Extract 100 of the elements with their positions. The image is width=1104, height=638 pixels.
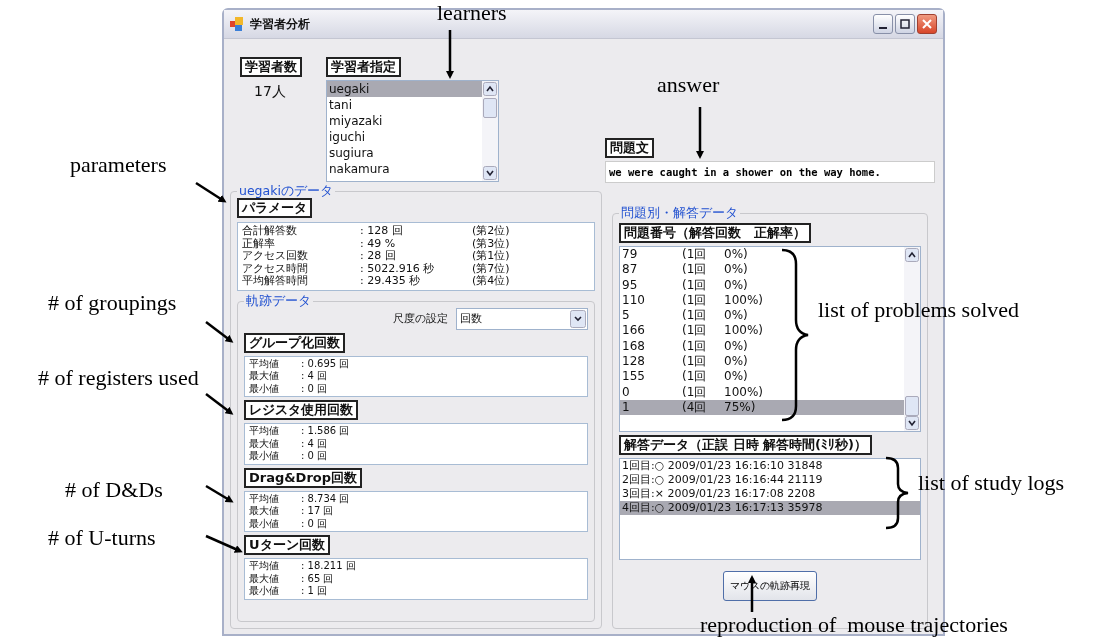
- stat-value: : 4 回: [301, 437, 328, 450]
- problem-text-label: 問題文: [605, 138, 654, 158]
- stat-name: 平均値: [249, 560, 280, 573]
- annotation-label: # of D&Ds: [65, 477, 163, 503]
- scroll-up-icon[interactable]: [483, 82, 497, 96]
- log-item[interactable]: 3回目:× 2009/01/23 16:17:08 2208: [620, 487, 920, 501]
- stat-value: : 1.586 回: [301, 425, 350, 438]
- scroll-down-icon[interactable]: [905, 416, 919, 430]
- answer-log-header: 解答データ（正誤 日時 解答時間(ﾐﾘ秒)）: [619, 435, 872, 455]
- stat-value: : 8.734 回: [301, 492, 350, 505]
- parameter-value: : 128 回: [360, 225, 404, 238]
- scroll-thumb[interactable]: [905, 396, 919, 416]
- learner-item[interactable]: iguchi: [327, 129, 482, 145]
- arrow: [446, 30, 454, 79]
- log-item[interactable]: 1回目:○ 2009/01/23 16:16:10 31848: [620, 459, 920, 473]
- problem-item[interactable]: 128 (1回 0%): [620, 354, 752, 370]
- stat-value: : 17 回: [301, 505, 334, 518]
- problem-text-field[interactable]: we were caught in a shower on the way home.: [605, 161, 935, 183]
- problem-list-header: 問題番号（解答回数 正解率）: [619, 223, 811, 243]
- maximize-button[interactable]: [895, 14, 915, 34]
- problem-item[interactable]: 110 (1回 100%): [620, 292, 767, 309]
- minimize-icon: [879, 27, 887, 29]
- parameter-rank: (第7位): [472, 262, 510, 275]
- parameter-value: : 29.435 秒: [360, 275, 422, 288]
- log-item[interactable]: 2回目:○ 2009/01/23 16:16:44 21119: [620, 473, 920, 487]
- stat-name: 平均値: [249, 492, 280, 505]
- stat-name: 最小値: [249, 382, 280, 395]
- parameter-rank: (第3位): [472, 237, 510, 250]
- annotation-label: list of study logs: [918, 470, 1065, 496]
- parameter-name: アクセス回数: [242, 250, 309, 263]
- problem-item[interactable]: 0 (1回 100%): [620, 384, 767, 400]
- scale-dropdown[interactable]: 回数: [456, 307, 588, 330]
- scroll-up-icon[interactable]: [905, 248, 919, 262]
- problem-item[interactable]: 87 (1回 0%): [620, 262, 752, 278]
- section-header: Uターン回数: [244, 535, 330, 555]
- annotation-label: # of U-turns: [48, 525, 156, 551]
- app-icon: [230, 17, 244, 31]
- stat-value: : 18.211 回: [301, 560, 356, 573]
- parameter-rank: (第4位): [472, 275, 510, 288]
- problem-item[interactable]: 168 (1回 0%): [620, 338, 752, 355]
- annotation-label: parameters: [70, 152, 167, 178]
- annotation-label: list of problems solved: [818, 297, 1020, 323]
- learner-item[interactable]: tani: [327, 97, 482, 113]
- arrow: [205, 321, 234, 343]
- stat-name: 最大値: [249, 370, 280, 383]
- stat-value: : 0 回: [301, 382, 328, 395]
- arrow: [205, 534, 243, 553]
- problem-item[interactable]: 79 (1回 0%): [620, 247, 752, 263]
- parameter-rank: (第2位): [472, 225, 510, 238]
- annotation-label: # of registers used: [38, 365, 199, 391]
- stat-value: : 0 回: [301, 450, 328, 463]
- stat-name: 平均値: [249, 425, 280, 438]
- learner-item[interactable]: nakamura: [327, 161, 482, 177]
- parameter-rank: (第1位): [472, 250, 510, 263]
- parameter-name: 正解率: [242, 237, 276, 250]
- minimize-button[interactable]: [873, 14, 893, 34]
- parameters-header: パラメータ: [237, 198, 312, 218]
- log-item[interactable]: 4回目:○ 2009/01/23 16:17:13 35978: [620, 501, 920, 515]
- stat-value: : 0 回: [301, 517, 328, 530]
- learner-item[interactable]: miyazaki: [327, 113, 482, 129]
- dropdown-caret-icon: [570, 309, 586, 328]
- stat-name: 最小値: [249, 517, 280, 530]
- parameter-name: 合計解答数: [242, 225, 298, 238]
- learner-count-label: 学習者数: [240, 57, 302, 77]
- problem-item[interactable]: 155 (1回 0%): [620, 369, 752, 385]
- window-title: 学習者分析: [250, 15, 310, 33]
- group-title: 問題別・解答データ: [619, 206, 740, 220]
- problem-item[interactable]: 166 (1回 100%): [620, 323, 767, 339]
- close-button[interactable]: [917, 14, 937, 34]
- stat-name: 最大値: [249, 505, 280, 518]
- scroll-down-icon[interactable]: [483, 166, 497, 180]
- stat-name: 最大値: [249, 437, 280, 450]
- parameter-value: : 5022.916 秒: [360, 262, 436, 275]
- learner-item[interactable]: uegaki: [327, 81, 482, 97]
- problem-item[interactable]: 1 (4回 75%): [620, 399, 904, 416]
- problem-item[interactable]: 5 (1回 0%): [620, 308, 752, 324]
- maximize-icon: [900, 19, 910, 29]
- arrow: [205, 484, 234, 503]
- learner-count-value: 17人: [254, 83, 287, 101]
- group-title: 軌跡データ: [244, 293, 313, 308]
- section-header: レジスタ使用回数: [244, 400, 358, 420]
- scroll-thumb[interactable]: [483, 98, 497, 118]
- annotation-label: answer: [657, 72, 720, 98]
- learner-select-label: 学習者指定: [326, 57, 401, 77]
- problem-item[interactable]: 95 (1回 0%): [620, 277, 752, 293]
- arrow: [195, 181, 227, 203]
- scale-label: 尺度の設定: [393, 311, 448, 326]
- stat-value: : 1 回: [301, 585, 328, 598]
- stat-name: 最小値: [249, 450, 280, 463]
- parameter-name: 平均解答時間: [242, 275, 309, 288]
- stat-value: : 4 回: [301, 370, 328, 383]
- stat-name: 最大値: [249, 572, 280, 585]
- section-header: グループ化回数: [244, 332, 345, 353]
- parameter-value: : 28 回: [360, 250, 397, 263]
- group-title: uegakiのデータ: [237, 184, 335, 198]
- arrow: [205, 393, 234, 415]
- arrow: [696, 107, 704, 159]
- scrollbar[interactable]: [482, 81, 498, 181]
- learner-item[interactable]: sugiura: [327, 145, 482, 161]
- parameter-value: : 49 %: [360, 237, 397, 250]
